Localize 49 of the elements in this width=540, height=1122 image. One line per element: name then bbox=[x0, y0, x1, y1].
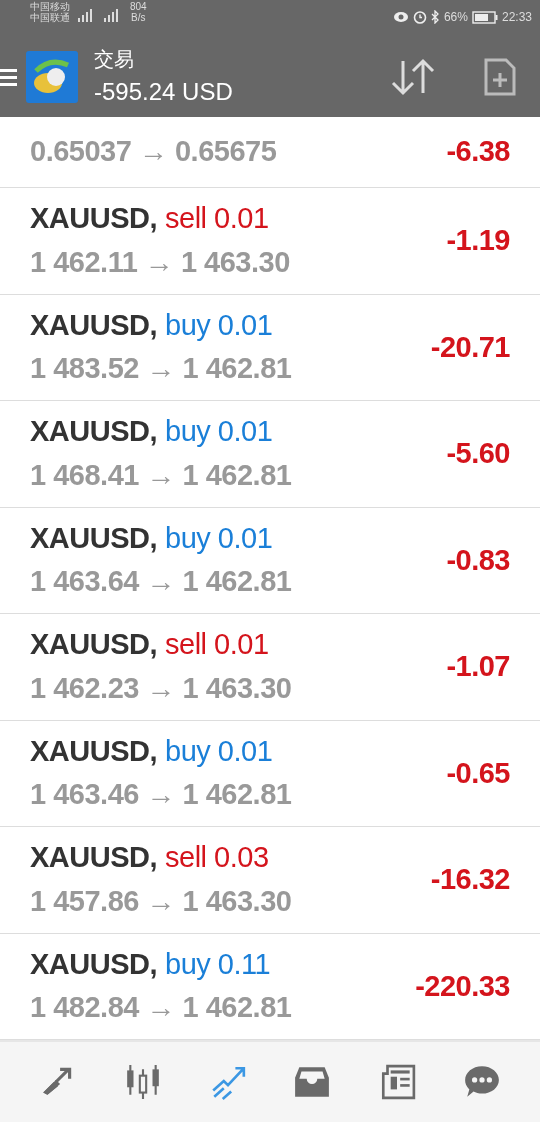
price-label: 1 457.86 → 1 463.30 bbox=[30, 883, 292, 919]
price-label: 1 462.23 → 1 463.30 bbox=[30, 670, 292, 706]
price-label: 1 463.64 → 1 462.81 bbox=[30, 564, 292, 600]
network-speed: 804 bbox=[130, 2, 147, 13]
speed-unit: B/s bbox=[130, 12, 147, 23]
order-type-label: sell 0.01 bbox=[165, 201, 269, 237]
price-label: 1 468.41 → 1 462.81 bbox=[30, 457, 292, 493]
symbol-label: XAUUSD, bbox=[30, 627, 157, 663]
carrier-name: 中国联通 bbox=[30, 12, 70, 23]
price-label: 1 482.84 → 1 462.81 bbox=[30, 990, 292, 1026]
order-type-label: buy 0.01 bbox=[165, 733, 273, 769]
order-type-label: buy 0.11 bbox=[165, 946, 271, 982]
new-order-icon[interactable] bbox=[484, 57, 516, 96]
screen-title: 交易 bbox=[94, 46, 135, 72]
profit-value: -0.83 bbox=[446, 542, 510, 578]
profit-value: -0.65 bbox=[446, 755, 510, 791]
symbol-label: XAUUSD, bbox=[30, 946, 157, 982]
price-label: 1 462.11 → 1 463.30 bbox=[30, 244, 290, 280]
profit-value: -1.19 bbox=[446, 223, 510, 258]
price-label: 0.65037 → 0.65675 bbox=[30, 133, 277, 169]
profit-value: -1.07 bbox=[446, 649, 510, 684]
order-type-label: buy 0.01 bbox=[165, 414, 273, 450]
profit-value: -16.32 bbox=[430, 862, 510, 897]
symbol-label: XAUUSD, bbox=[30, 733, 157, 769]
symbol-label: XAUUSD, bbox=[30, 840, 157, 876]
symbol-label: XAUUSD, bbox=[30, 414, 157, 450]
price-label: 1 463.46 → 1 462.81 bbox=[30, 777, 292, 813]
symbol-label: XAUUSD, bbox=[30, 201, 157, 237]
alarm-icon bbox=[412, 10, 427, 24]
eye-icon bbox=[392, 11, 409, 23]
bluetooth-icon bbox=[430, 10, 440, 24]
sort-icon[interactable] bbox=[390, 56, 436, 97]
symbol-label: XAUUSD, bbox=[30, 520, 157, 556]
profit-value: -220.33 bbox=[415, 968, 510, 1004]
profit-value: -6.38 bbox=[446, 133, 510, 169]
order-type-label: sell 0.01 bbox=[165, 627, 269, 663]
battery-icon bbox=[471, 10, 498, 24]
account-balance: -595.24 USD bbox=[94, 76, 233, 107]
app-logo bbox=[26, 50, 78, 103]
carrier-name: 中国移动 bbox=[30, 2, 70, 13]
order-type-label: sell 0.03 bbox=[165, 840, 269, 876]
order-type-label: buy 0.01 bbox=[165, 520, 273, 556]
profit-value: -20.71 bbox=[430, 329, 510, 365]
battery-level: 66% bbox=[443, 10, 468, 24]
order-type-label: buy 0.01 bbox=[165, 307, 273, 343]
clock-time: 22:33 bbox=[501, 10, 532, 24]
price-label: 1 483.52 → 1 462.81 bbox=[30, 351, 292, 387]
symbol-label: XAUUSD, bbox=[30, 307, 157, 343]
profit-value: -5.60 bbox=[446, 436, 510, 471]
